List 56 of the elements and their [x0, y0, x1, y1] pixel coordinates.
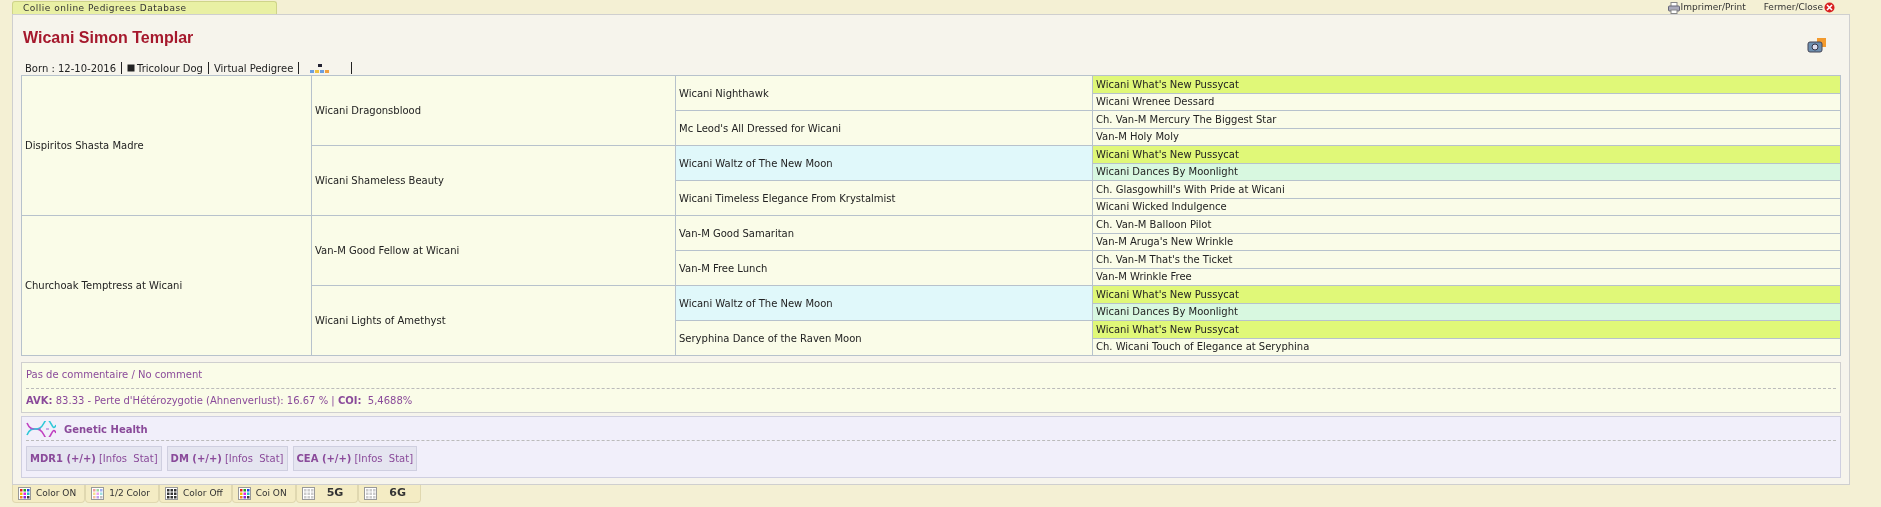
ancestor-cell[interactable]: Wicani What's New Pussycat — [1093, 146, 1841, 164]
test-info-link[interactable]: [Infos Stat] — [224, 451, 284, 466]
genetic-health-title: Genetic Health — [64, 422, 148, 437]
grid-icon — [91, 487, 105, 500]
ancestor-cell[interactable]: Wicani Shameless Beauty — [312, 146, 676, 216]
test-result: CEA (+/+) — [296, 452, 352, 466]
ancestor-cell[interactable]: Wicani Nighthawk — [676, 76, 1093, 111]
close-link[interactable]: Fermer/Close — [1763, 1, 1835, 15]
coat-label: Tricolour Dog — [137, 61, 203, 76]
view-mode-button[interactable]: 1/2 Color — [85, 485, 160, 503]
grid-icon — [364, 487, 378, 500]
camera-icon[interactable] — [1807, 37, 1827, 53]
ancestor-cell[interactable]: Wicani What's New Pussycat — [1093, 321, 1841, 339]
grid-icon — [301, 487, 315, 500]
ancestor-cell[interactable]: Van-M Good Samaritan — [676, 216, 1093, 251]
virtual-pedigree-link[interactable]: Virtual Pedigree — [213, 60, 294, 76]
test-info-link[interactable]: [Infos Stat] — [354, 451, 414, 466]
pedigree-tree-icon[interactable] — [310, 63, 330, 73]
view-mode-button[interactable]: Color Off — [159, 485, 232, 503]
printer-icon — [1667, 1, 1680, 14]
ancestor-cell[interactable]: Dispiritos Shasta Madre — [22, 76, 312, 216]
ancestor-cell[interactable]: Seryphina Dance of the Raven Moon — [676, 321, 1093, 356]
grid-icon — [165, 487, 179, 500]
view-mode-button[interactable]: Coi ON — [231, 485, 296, 503]
view-mode-button[interactable]: 5G — [295, 485, 359, 503]
ancestor-cell[interactable]: Ch. Van-M Mercury The Biggest Star — [1093, 111, 1841, 129]
ancestor-cell[interactable]: Churchoak Temptress at Wicani — [22, 216, 312, 356]
ancestor-cell[interactable]: Wicani What's New Pussycat — [1093, 286, 1841, 304]
view-mode-button[interactable]: Color ON — [12, 485, 86, 503]
ancestor-cell[interactable]: Ch. Glasgowhill's With Pride at Wicani — [1093, 181, 1841, 199]
comment-text: Pas de commentaire / No comment — [26, 368, 204, 382]
test-result: MDR1 (+/+) — [30, 452, 96, 466]
inbreeding-stats: AVK: 83.33 - Perte d'Hétérozygotie (Ahnenverlust): 16.67 % | COI: 5,4688% — [26, 394, 414, 408]
coat-swatch-icon — [127, 64, 136, 72]
ancestor-cell[interactable]: Ch. Van-M Balloon Pilot — [1093, 216, 1841, 234]
ancestor-cell[interactable]: Wicani Dragonsblood — [312, 76, 676, 146]
view-mode-button[interactable]: 6G — [358, 485, 422, 503]
ancestor-cell[interactable]: Wicani Waltz of The New Moon — [676, 286, 1093, 321]
print-link[interactable]: Imprimer/Print — [1667, 1, 1746, 15]
birth-date: Born : 12-10-2016 — [25, 61, 117, 76]
close-icon — [1824, 2, 1835, 14]
page-tab[interactable]: Collie online Pedigrees Database — [12, 1, 277, 14]
dog-name-title: Wicani Simon Templar — [23, 28, 194, 48]
ancestor-cell[interactable]: Wicani What's New Pussycat — [1093, 76, 1841, 94]
test-result: DM (+/+) — [170, 452, 222, 466]
ancestor-cell[interactable]: Ch. Van-M That's the Ticket — [1093, 251, 1841, 269]
test-info-link[interactable]: [Infos Stat] — [98, 451, 158, 466]
ancestor-cell[interactable]: Van-M Free Lunch — [676, 251, 1093, 286]
grid-icon — [18, 487, 31, 500]
ancestor-cell[interactable]: Mc Leod's All Dressed for Wicani — [676, 111, 1093, 146]
ancestor-cell[interactable]: Wicani Lights of Amethyst — [312, 286, 676, 356]
dna-helix-icon — [26, 421, 56, 437]
ancestor-cell[interactable]: Wicani Waltz of The New Moon — [676, 146, 1093, 181]
grid-icon — [237, 487, 251, 500]
ancestor-cell[interactable]: Wicani Timeless Elegance From Krystalmist — [676, 181, 1093, 216]
ancestor-cell[interactable]: Van-M Good Fellow at Wicani — [312, 216, 676, 286]
